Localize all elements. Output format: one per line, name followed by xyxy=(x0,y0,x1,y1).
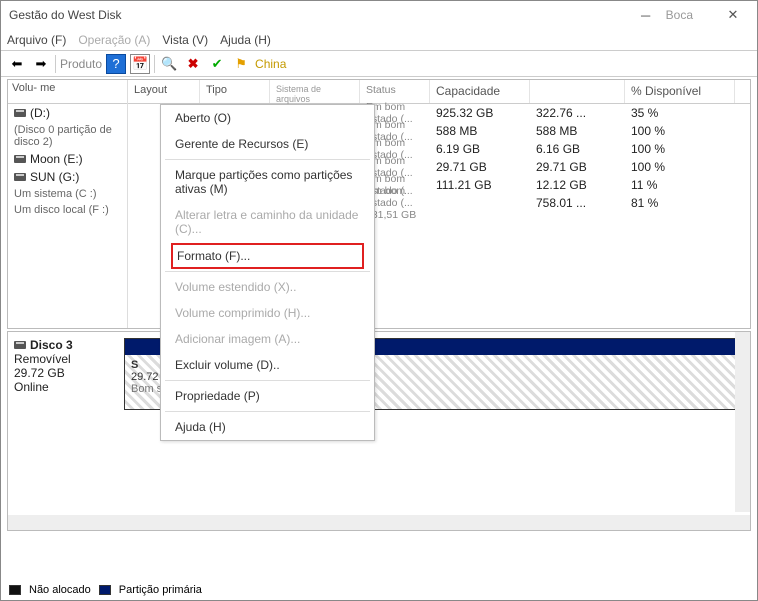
disk-state: Online xyxy=(14,380,114,394)
col-status-header[interactable]: Status xyxy=(360,80,430,103)
volume-column: Volu- me (D:) (Disco 0 partição de disco… xyxy=(8,80,128,328)
cell-free: 6.16 GB xyxy=(530,142,625,156)
list-item[interactable]: (Disco 0 partição de disco 2) xyxy=(8,122,127,150)
window-label: Boca xyxy=(666,8,693,22)
cell-free: 12.12 GB xyxy=(530,178,625,192)
cell-capacity: 588 MB xyxy=(430,124,530,138)
context-menu-item: Volume comprimido (H)... xyxy=(161,300,374,326)
cell-pct: 81 % xyxy=(625,196,735,210)
context-menu-item[interactable]: Propriedade (P) xyxy=(161,383,374,409)
cell-capacity: 925.32 GB xyxy=(430,106,530,120)
toolbar-china-label: China xyxy=(255,57,286,71)
disk-graph-view: Disco 3 Removível 29.72 GB Online S 29.7… xyxy=(7,331,751,531)
menu-ajuda[interactable]: Ajuda (H) xyxy=(220,33,271,47)
disk-icon xyxy=(14,109,26,117)
context-menu-item[interactable]: Excluir volume (D).. xyxy=(161,352,374,378)
back-icon[interactable]: ⬅ xyxy=(7,54,27,74)
context-menu-item[interactable]: Marque partições como partições ativas (… xyxy=(161,162,374,202)
context-menu-item: Adicionar imagem (A)... xyxy=(161,326,374,352)
col-layout-header[interactable]: Layout xyxy=(128,80,200,103)
menu-separator xyxy=(165,159,370,160)
partition-name: S xyxy=(131,359,138,371)
menubar: Arquivo (F) Operação (A) Vista (V) Ajuda… xyxy=(1,29,757,51)
context-menu-item: Volume estendido (X).. xyxy=(161,274,374,300)
close-button[interactable]: ✕ xyxy=(713,3,753,27)
context-menu-item[interactable]: Formato (F)... xyxy=(171,243,364,269)
context-menu-item[interactable]: Aberto (O) xyxy=(161,105,374,131)
toolbar: ⬅ ➡ Produto ? 📅 🔍 ✖ ✔ ⚑ China xyxy=(1,51,757,77)
cell-pct: 100 % xyxy=(625,124,735,138)
cell-free: 29.71 GB xyxy=(530,160,625,174)
legend-primary-label: Partição primária xyxy=(119,584,202,596)
col-free-header[interactable] xyxy=(530,80,625,103)
cell-free: 758.01 ... xyxy=(530,196,625,210)
context-menu-item: Alterar letra e caminho da unidade (C)..… xyxy=(161,202,374,242)
menu-separator xyxy=(165,411,370,412)
volume-table: Volu- me (D:) (Disco 0 partição de disco… xyxy=(7,79,751,329)
list-item[interactable]: Moon (E:) xyxy=(8,150,127,168)
scrollbar-horizontal[interactable] xyxy=(8,515,750,530)
cell-free: 322.76 ... xyxy=(530,106,625,120)
cell-free: 588 MB xyxy=(530,124,625,138)
menu-separator xyxy=(165,380,370,381)
delete-icon[interactable]: ✖ xyxy=(183,54,203,74)
cell-capacity: 111.21 GB xyxy=(430,178,530,192)
menu-arquivo[interactable]: Arquivo (F) xyxy=(7,33,66,47)
list-item[interactable]: SUN (G:) xyxy=(8,168,127,186)
menu-operacao: Operação (A) xyxy=(78,33,150,47)
disk-label: Disco 3 Removível 29.72 GB Online xyxy=(14,338,114,524)
context-menu-item[interactable]: Gerente de Recursos (E) xyxy=(161,131,374,157)
col-pct-header[interactable]: % Disponível xyxy=(625,80,735,103)
disk-size: 29.72 GB xyxy=(14,366,114,380)
flag-icon[interactable]: ⚑ xyxy=(231,54,251,74)
search-icon[interactable]: 🔍 xyxy=(159,54,179,74)
scrollbar-vertical[interactable] xyxy=(735,332,750,512)
menu-vista[interactable]: Vista (V) xyxy=(162,33,208,47)
window-title: Gestão do West Disk xyxy=(9,8,122,22)
toolbar-product-label: Produto xyxy=(60,57,102,71)
context-menu-item[interactable]: Ajuda (H) xyxy=(161,414,374,440)
list-item[interactable]: Um sistema (C :) xyxy=(8,186,127,202)
disk-icon xyxy=(14,155,26,163)
swatch-primary xyxy=(99,585,111,595)
col-fs-header[interactable]: Sistema de arquivos xyxy=(270,80,360,103)
cell-capacity: 6.19 GB xyxy=(430,142,530,156)
col-volume-header[interactable]: Volu- me xyxy=(8,80,127,104)
cell-pct: 100 % xyxy=(625,160,735,174)
cell-pct: 11 % xyxy=(625,178,735,192)
header-row: Layout Tipo Sistema de arquivos Status C… xyxy=(128,80,750,104)
forward-icon[interactable]: ➡ xyxy=(31,54,51,74)
context-menu: Aberto (O)Gerente de Recursos (E) Marque … xyxy=(160,104,375,441)
cell-capacity: 29.71 GB xyxy=(430,160,530,174)
list-item[interactable]: (D:) xyxy=(8,104,127,122)
disk-type: Removível xyxy=(14,352,114,366)
legend: Não alocado Partição primária xyxy=(9,584,202,596)
legend-unallocated-label: Não alocado xyxy=(29,584,91,596)
titlebar: Gestão do West Disk ─ Boca ✕ xyxy=(1,1,757,29)
cell-pct: 35 % xyxy=(625,106,735,120)
minimize-button[interactable]: ─ xyxy=(626,3,666,27)
disk-title: Disco 3 xyxy=(30,338,73,352)
check-icon[interactable]: ✔ xyxy=(207,54,227,74)
col-capacity-header[interactable]: Capacidade xyxy=(430,80,530,103)
cell-pct: 100 % xyxy=(625,142,735,156)
menu-separator xyxy=(165,271,370,272)
disk-icon xyxy=(14,173,26,181)
swatch-unallocated xyxy=(9,585,21,595)
help-icon[interactable]: ? xyxy=(106,54,126,74)
col-type-header[interactable]: Tipo xyxy=(200,80,270,103)
list-item[interactable]: Um disco local (F :) xyxy=(8,202,127,218)
calendar-icon[interactable]: 📅 xyxy=(130,54,150,74)
disk-icon xyxy=(14,341,26,349)
